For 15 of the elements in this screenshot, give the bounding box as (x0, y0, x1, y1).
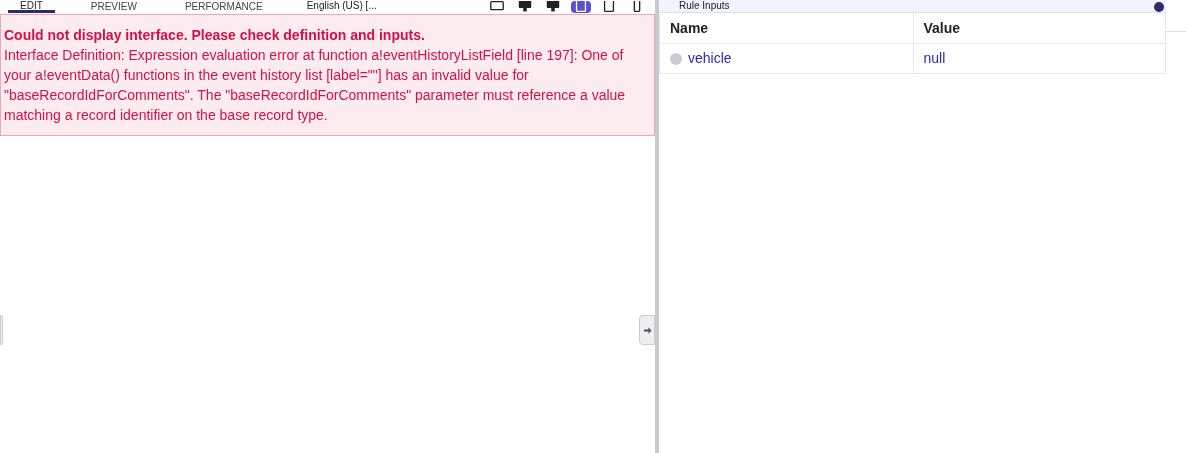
error-title: Could not display interface. Please check definition and inputs. (4, 26, 426, 45)
keyboard-icon[interactable] (487, 1, 507, 13)
input-name-link[interactable]: vehicle (688, 48, 732, 69)
error-text: Interface Definition: Expression evaluation error at function a!eventHistoryListField [line 197]: One of your a!eventData() functions in the event history list [label=""] has an invalid value for "baseRecordIdForComments". The "baseRecordIdForComments" parameter must reference a value matching a record identifier on the base record type. (4, 46, 627, 125)
tablet-icon[interactable] (571, 1, 591, 13)
tab[interactable]: PREVIEW (78, 0, 149, 13)
column-header: Value (912, 13, 1165, 43)
arrow-right-icon (642, 325, 652, 335)
column-header: Name (669, 18, 710, 38)
info-icon[interactable] (1154, 2, 1164, 12)
side-panel-handle[interactable] (0, 315, 3, 345)
tab[interactable]: PERFORMANCE (172, 0, 275, 13)
expand-button[interactable] (639, 315, 655, 345)
input-value-link[interactable]: null (923, 48, 946, 69)
panel-title: Rule Inputs (679, 0, 730, 12)
